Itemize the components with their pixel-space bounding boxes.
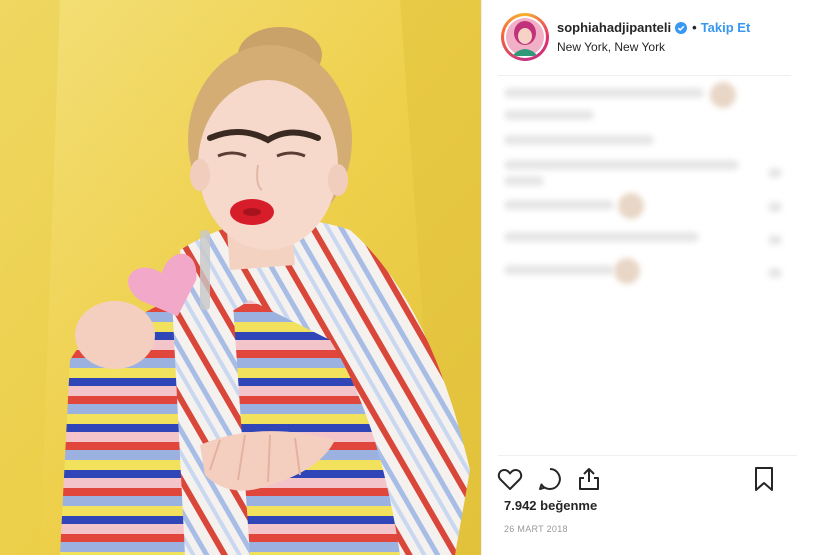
location-link[interactable]: New York, New York — [557, 40, 665, 54]
post-image[interactable] — [0, 0, 481, 555]
action-bar — [497, 455, 797, 491]
comment-icon[interactable] — [536, 465, 564, 493]
likes-count[interactable]: 7.942 beğenme — [504, 498, 597, 513]
post-header: sophiahadjipanteli • Takip Et New York, … — [482, 0, 813, 76]
post-sidebar: sophiahadjipanteli • Takip Et New York, … — [481, 0, 813, 555]
avatar[interactable] — [501, 13, 549, 61]
bookmark-icon[interactable] — [750, 465, 778, 493]
share-icon[interactable] — [575, 465, 603, 493]
post-photo-illustration — [0, 0, 481, 555]
comments-list-blurred — [498, 80, 798, 380]
username-link[interactable]: sophiahadjipanteli — [557, 20, 671, 35]
separator-dot: • — [692, 20, 697, 35]
heart-icon[interactable] — [496, 465, 524, 493]
verified-badge-icon — [675, 21, 688, 34]
instagram-post: sophiahadjipanteli • Takip Et New York, … — [0, 0, 813, 555]
post-date[interactable]: 26 MART 2018 — [504, 524, 568, 534]
follow-button[interactable]: Takip Et — [701, 20, 751, 35]
avatar-image — [506, 18, 544, 56]
